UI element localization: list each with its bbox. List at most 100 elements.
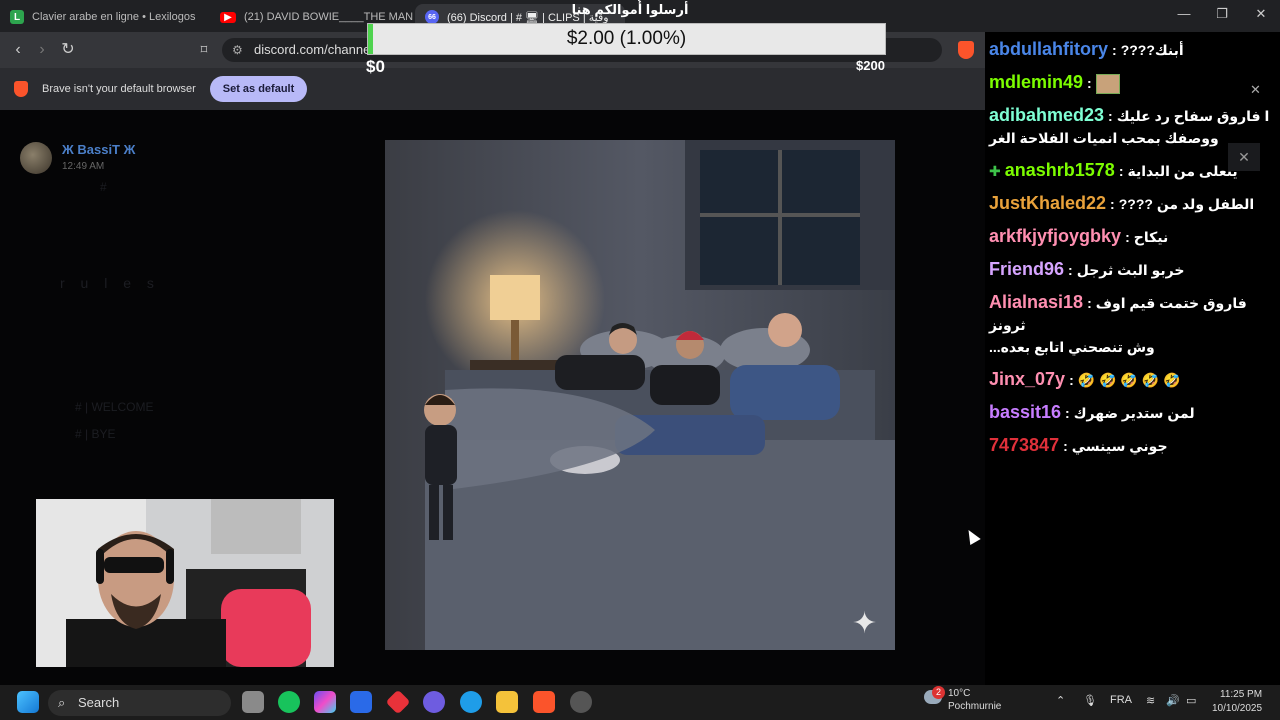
chat-username: bassit16 bbox=[989, 402, 1062, 423]
chat-username: adibahmed23 bbox=[989, 105, 1105, 126]
show-hidden-icons-icon[interactable]: ⌃ bbox=[1056, 694, 1065, 707]
system-clock[interactable]: 11:25 PM 10/10/2025 bbox=[1212, 688, 1262, 716]
discord-icon: 66 bbox=[425, 10, 439, 24]
close-window-icon[interactable]: ✕ bbox=[1251, 6, 1271, 22]
chat-text: 🤣 🤣 🤣 🤣 🤣 bbox=[1077, 372, 1181, 389]
infobar-message: Brave isn't your default browser bbox=[42, 83, 196, 95]
chat-username: 7473847 bbox=[989, 435, 1060, 456]
app-purple-icon[interactable] bbox=[423, 691, 445, 713]
clock-time: 11:25 PM bbox=[1220, 689, 1263, 700]
volume-icon[interactable]: 🔊 bbox=[1166, 694, 1180, 707]
tab-lexilogos[interactable]: L Clavier arabe en ligne • Lexilogos bbox=[0, 4, 210, 30]
donation-goal-bar: $2.00 (1.00%) bbox=[367, 23, 886, 55]
donation-title: أرسلوا أُموالكم هنا bbox=[571, 2, 689, 17]
channel-ghost: r u l e s bbox=[60, 275, 160, 291]
weather-widget[interactable]: 2 10°C Pochmurnie bbox=[924, 686, 1001, 713]
microsoft-store-icon[interactable] bbox=[350, 691, 372, 713]
message-timestamp: 12:49 AM bbox=[62, 161, 105, 172]
channel-ghost: # | BYE bbox=[75, 427, 116, 441]
image-viewer[interactable] bbox=[385, 140, 895, 650]
language-indicator[interactable]: FRA bbox=[1110, 694, 1132, 706]
message-author: Ж BassiT Ж 12:49 AM bbox=[20, 142, 135, 174]
channel-ghost: # bbox=[100, 180, 107, 194]
chat-text: ا فاروق سفاح رد عليك bbox=[1116, 108, 1270, 125]
webcam-feed bbox=[36, 499, 334, 667]
chat-username: Alialnasi18 bbox=[989, 292, 1084, 313]
chat-message: abdullahfitory: أبنك???? bbox=[989, 39, 1184, 59]
battery-icon[interactable]: ▭ bbox=[1186, 694, 1196, 707]
chat-message: Friend96: خربو البث ثرجل bbox=[989, 259, 1185, 280]
youtube-icon: ▶ bbox=[220, 11, 236, 23]
chat-message: Jinx_07y: 🤣 🤣 🤣 🤣 🤣 bbox=[989, 369, 1181, 390]
reload-icon[interactable]: ↻ bbox=[58, 40, 78, 60]
chat-message: 7473847: جوني سينسي bbox=[989, 435, 1168, 456]
chat-text: جوني سينسي bbox=[1071, 438, 1168, 455]
wifi-icon[interactable]: ≋ bbox=[1146, 694, 1155, 707]
brave-taskbar-icon[interactable] bbox=[533, 691, 555, 713]
microphone-icon[interactable]: 🎙 bbox=[1083, 694, 1097, 707]
chat-message: Alialnasi18: فاروق ختمت قيم اوف ثرونز وش … bbox=[989, 292, 1247, 356]
bookmark-icon[interactable]: ⌑ bbox=[194, 40, 214, 60]
brave-lion-icon bbox=[14, 81, 28, 97]
default-browser-infobar: Brave isn't your default browser Set as … bbox=[0, 68, 985, 110]
file-explorer-icon[interactable] bbox=[496, 691, 518, 713]
goal-max-label: $200 bbox=[856, 58, 885, 73]
webcam-image bbox=[36, 499, 334, 667]
chat-message: mdlemin49: bbox=[985, 71, 1280, 95]
xbox-app-icon[interactable] bbox=[278, 691, 300, 713]
copilot-icon[interactable] bbox=[314, 691, 336, 713]
author-name[interactable]: Ж BassiT Ж bbox=[62, 142, 135, 157]
bedroom-image bbox=[385, 140, 895, 650]
chat-text: خربو البث ثرجل bbox=[1076, 262, 1185, 279]
close-icon[interactable]: ✕ bbox=[1250, 82, 1261, 98]
meme-emote-icon bbox=[1095, 74, 1120, 95]
app-settings-icon[interactable] bbox=[570, 691, 592, 713]
chat-username: Friend96 bbox=[989, 259, 1065, 280]
search-icon: ⌕ bbox=[58, 695, 66, 710]
chat-username: abdullahfitory bbox=[989, 39, 1109, 59]
chat-text: يتعلى من البداية bbox=[1127, 163, 1238, 180]
tab-label: (21) DAVID BOWIE____THE MAN WH bbox=[244, 11, 415, 23]
chat-overlay: abdullahfitory: أبنك???? mdlemin49: adiba… bbox=[985, 38, 1280, 467]
set-as-default-button[interactable]: Set as default bbox=[209, 76, 308, 102]
back-icon[interactable]: ‹ bbox=[8, 40, 28, 60]
weather-badge: 2 bbox=[932, 686, 945, 699]
site-settings-icon[interactable]: ⚙ bbox=[232, 38, 243, 62]
chat-text: الطفل ولد من ???? bbox=[1118, 196, 1255, 213]
chat-text: أبنك???? bbox=[1120, 42, 1184, 58]
chat-username: mdlemin49 bbox=[989, 72, 1084, 92]
gem-badge-icon: ✚ bbox=[989, 163, 1001, 180]
goal-min-label: $0 bbox=[366, 57, 385, 76]
chat-username: anashrb1578 bbox=[1004, 160, 1115, 181]
search-placeholder: Search bbox=[78, 695, 120, 710]
avatar[interactable] bbox=[20, 142, 52, 174]
chat-message: bassit16: لمن ستدير ضهرك bbox=[989, 402, 1195, 423]
windows-start-icon[interactable] bbox=[17, 691, 39, 713]
chat-message: arkfkjyfjoygbky: نيكاح bbox=[989, 226, 1169, 247]
maximize-icon[interactable]: ❐ bbox=[1212, 6, 1232, 22]
chat-text: نيكاح bbox=[1133, 229, 1169, 246]
donation-amount: $2.00 (1.00%) bbox=[566, 28, 687, 49]
chat-username: Jinx_07y bbox=[989, 369, 1066, 390]
chat-text-continued: ووصفك بمحب انميات الفلاحة الغر bbox=[989, 130, 1219, 147]
viewer-close-icon[interactable]: ✕ bbox=[1228, 143, 1260, 171]
app-red-icon[interactable] bbox=[385, 689, 411, 715]
chat-username: JustKhaled22 bbox=[989, 193, 1107, 214]
task-view-icon[interactable] bbox=[242, 691, 264, 713]
chat-text-continued: وش تنصحني اتابع بعده... bbox=[989, 339, 1155, 356]
sparkle-icon: ✦ bbox=[852, 607, 878, 640]
windows-taskbar: ⌕ Search 2 10°C Pochmurnie ⌃ 🎙 FRA ≋ 🔊 ▭… bbox=[0, 685, 1280, 720]
chat-message: JustKhaled22: الطفل ولد من ???? bbox=[989, 193, 1255, 214]
taskbar-search[interactable]: ⌕ Search bbox=[48, 690, 231, 716]
minimize-icon[interactable]: — bbox=[1174, 6, 1194, 21]
url-text: discord.com/channels bbox=[254, 42, 380, 57]
forward-icon[interactable]: › bbox=[32, 40, 52, 60]
chat-username: arkfkjyfjoygbky bbox=[989, 226, 1122, 247]
clock-date: 10/10/2025 bbox=[1212, 703, 1263, 714]
channel-ghost: # | WELCOME bbox=[75, 400, 154, 414]
tab-label: Clavier arabe en ligne • Lexilogos bbox=[32, 11, 196, 23]
edge-icon[interactable] bbox=[460, 691, 482, 713]
lexilogos-icon: L bbox=[10, 10, 24, 24]
chat-text: لمن ستدير ضهرك bbox=[1073, 405, 1195, 422]
brave-shields-icon[interactable] bbox=[958, 41, 974, 59]
